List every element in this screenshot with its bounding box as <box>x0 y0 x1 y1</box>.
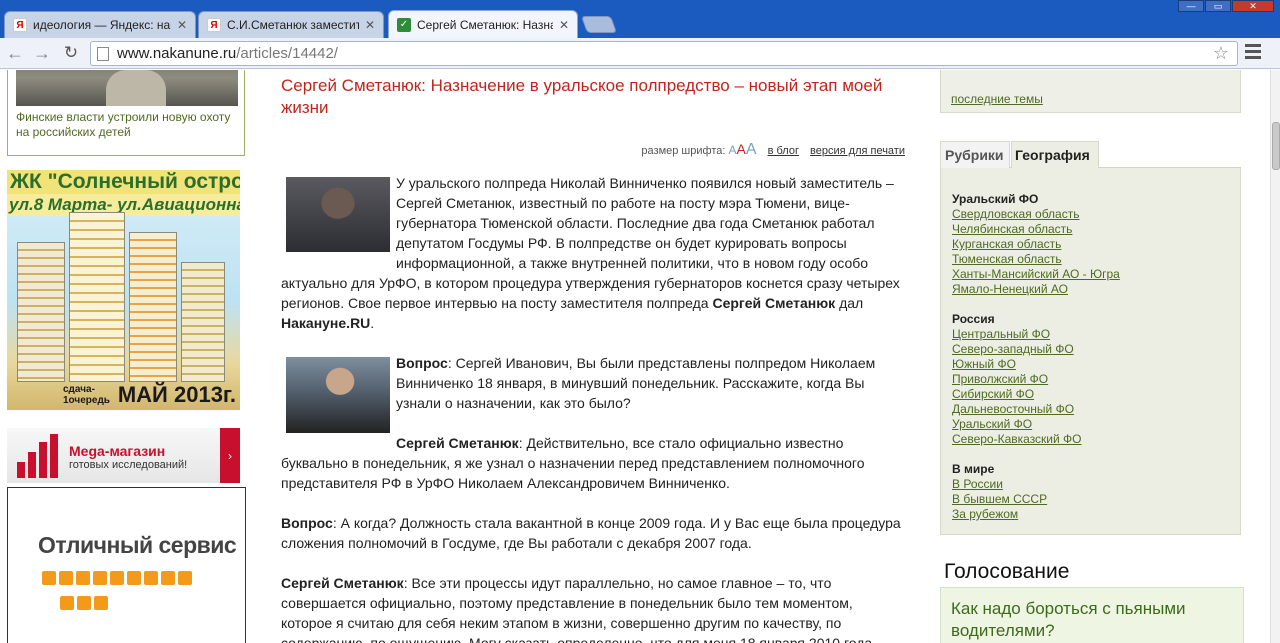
tab-title: С.И.Сметанюк заместител <box>227 18 359 32</box>
tab-nakanune-article[interactable]: ✓ Сергей Сметанюк: Назнач ✕ <box>388 10 578 38</box>
region-link[interactable]: Уральский ФО <box>952 417 1240 432</box>
tab-yandex-ideology[interactable]: Я идеология — Яндекс: нац ✕ <box>4 11 196 38</box>
news-teaser[interactable]: Финские власти устроили новую охоту на р… <box>7 70 245 156</box>
forum-box: последние темы <box>940 70 1241 113</box>
ad-housing-date: МАЙ 2013г. <box>117 382 236 407</box>
interview-answer: Сергей Сметанюк: Действительно, все стал… <box>281 435 865 491</box>
page-scrollbar[interactable] <box>1270 70 1280 643</box>
arrow-right-icon: › <box>220 428 240 483</box>
region-group-header: В мире <box>952 462 995 476</box>
page-content: Финские власти устроили новую охоту на р… <box>0 70 1270 643</box>
maximize-button[interactable]: ▭ <box>1205 0 1231 12</box>
article-title: Сергей Сметанюк: Назначение в уральское … <box>281 76 883 117</box>
region-link[interactable]: В России <box>952 477 1240 492</box>
region-link[interactable]: Тюменская область <box>952 252 1240 267</box>
ad-banner-housing[interactable]: ЖК "Солнечный остров" ул.8 Марта- ул.Ави… <box>7 170 240 410</box>
scrollbar-thumb[interactable] <box>1272 122 1280 170</box>
yandex-icon: Я <box>13 18 27 32</box>
news-photo[interactable] <box>16 70 238 106</box>
ad-mega-title: Mega-магазин <box>69 443 166 459</box>
ad-service-text: Отличный сервис <box>38 532 237 558</box>
tab-title: идеология — Яндекс: нац <box>33 18 171 32</box>
forward-arrow-icon[interactable]: → <box>31 42 53 64</box>
close-icon[interactable]: ✕ <box>557 18 571 32</box>
tab-geography[interactable]: География <box>1011 141 1099 169</box>
geography-list: Уральский ФО Свердловская область Челябинс… <box>940 168 1241 535</box>
region-link[interactable]: Центральный ФО <box>952 327 1240 342</box>
region-group: Уральский ФО Свердловская область Челябинс… <box>952 192 1240 297</box>
browser-toolbar: ← → ↻ www.nakanune.ru/articles/14442/ ☆ <box>0 38 1280 69</box>
building-image <box>17 242 65 382</box>
bar-chart-icon <box>17 434 61 478</box>
article-lead: У уральского полпреда Николай Винниченко… <box>281 175 900 331</box>
tab-strip: Я идеология — Яндекс: нац ✕ Я С.И.Сметан… <box>0 0 1280 38</box>
vote-box: Как надо бороться с пьяными водителями? <box>940 587 1244 643</box>
ad-mega-subtitle: готовых исследований! <box>69 459 188 471</box>
minimize-button[interactable]: — <box>1178 0 1204 12</box>
last-topics-link[interactable]: последние темы <box>951 92 1043 106</box>
service-icons <box>42 571 222 621</box>
vote-question: Как надо бороться с пьяными водителями? <box>951 599 1186 640</box>
new-tab-button[interactable] <box>580 16 618 33</box>
region-link[interactable]: Челябинская область <box>952 222 1240 237</box>
ad-banner-service[interactable]: Отличный сервис <box>7 487 246 643</box>
region-group-header: Россия <box>952 312 995 326</box>
region-link[interactable]: Ханты-Мансийский АО - Югра <box>952 267 1240 282</box>
close-icon[interactable]: ✕ <box>175 18 189 32</box>
reload-icon[interactable]: ↻ <box>60 42 82 64</box>
interview-question: Вопрос: Сергей Иванович, Вы были предста… <box>281 353 906 433</box>
region-link[interactable]: Приволжский ФО <box>952 372 1240 387</box>
to-blog-link[interactable]: в блог <box>768 145 799 157</box>
news-caption[interactable]: Финские власти устроили новую охоту на р… <box>16 110 241 140</box>
font-size-label: размер шрифта: <box>641 145 726 157</box>
region-link[interactable]: Северо-западный ФО <box>952 342 1240 357</box>
region-link[interactable]: Курганская область <box>952 237 1240 252</box>
region-group: В мире В России В бывшем СССР За рубежом <box>952 462 1240 522</box>
ad-housing-sub: сдача- 1очередь <box>63 384 110 406</box>
region-group-header: Уральский ФО <box>952 192 1039 206</box>
interview-question: Вопрос: А когда? Должность стала вакантн… <box>281 515 901 551</box>
building-image <box>69 212 125 382</box>
address-path: /articles/14442/ <box>236 45 338 62</box>
region-link[interactable]: В бывшем СССР <box>952 492 1240 507</box>
region-link[interactable]: Свердловская область <box>952 207 1240 222</box>
vote-heading: Голосование <box>944 560 1070 583</box>
article-body: У уральского полпреда Николай Винниченко… <box>281 173 906 643</box>
geography-widget: Рубрики География Уральский ФО Свердловск… <box>940 140 1241 535</box>
address-bar[interactable]: www.nakanune.ru/articles/14442/ ☆ <box>90 41 1238 66</box>
region-link[interactable]: Ямало-Ненецкий АО <box>952 282 1240 297</box>
print-version-link[interactable]: версия для печати <box>810 145 905 157</box>
page-icon <box>97 46 109 61</box>
widget-tabs: Рубрики География <box>940 140 1241 169</box>
bookmark-star-icon[interactable]: ☆ <box>1213 43 1229 64</box>
font-size-small[interactable]: A <box>728 143 736 157</box>
close-window-button[interactable]: ✕ <box>1232 0 1274 12</box>
smetanyuk-photo <box>286 177 390 252</box>
nakanune-icon: ✓ <box>397 17 411 32</box>
vinnichenko-photo <box>286 357 390 433</box>
region-link[interactable]: Северо-Кавказский ФО <box>952 432 1240 447</box>
tab-yandex-smetanyuk[interactable]: Я С.И.Сметанюк заместител ✕ <box>198 11 384 38</box>
ad-housing-title: ЖК "Солнечный остров" <box>7 170 240 194</box>
address-host: www.nakanune.ru <box>117 45 237 62</box>
building-image <box>181 262 225 382</box>
region-link[interactable]: Дальневосточный ФО <box>952 402 1240 417</box>
ad-banner-mega[interactable]: Mega-магазин готовых исследований! › <box>7 428 240 483</box>
region-link[interactable]: За рубежом <box>952 507 1240 522</box>
back-arrow-icon[interactable]: ← <box>4 42 26 64</box>
close-icon[interactable]: ✕ <box>363 18 377 32</box>
interview-answer: Сергей Сметанюк: Все эти процессы идут п… <box>281 575 884 643</box>
article-tools: размер шрифта: AAA в блог версия для печ… <box>560 141 905 159</box>
font-size-medium[interactable]: A <box>737 141 746 157</box>
building-image <box>129 232 177 382</box>
region-link[interactable]: Сибирский ФО <box>952 387 1240 402</box>
menu-icon[interactable] <box>1245 44 1261 60</box>
region-group: Россия Центральный ФО Северо-западный ФО Юж… <box>952 312 1240 447</box>
yandex-icon: Я <box>207 18 221 32</box>
region-link[interactable]: Южный ФО <box>952 357 1240 372</box>
tab-rubrics[interactable]: Рубрики <box>940 141 1010 168</box>
tab-title: Сергей Сметанюк: Назнач <box>417 17 553 32</box>
font-size-large[interactable]: A <box>746 141 757 158</box>
